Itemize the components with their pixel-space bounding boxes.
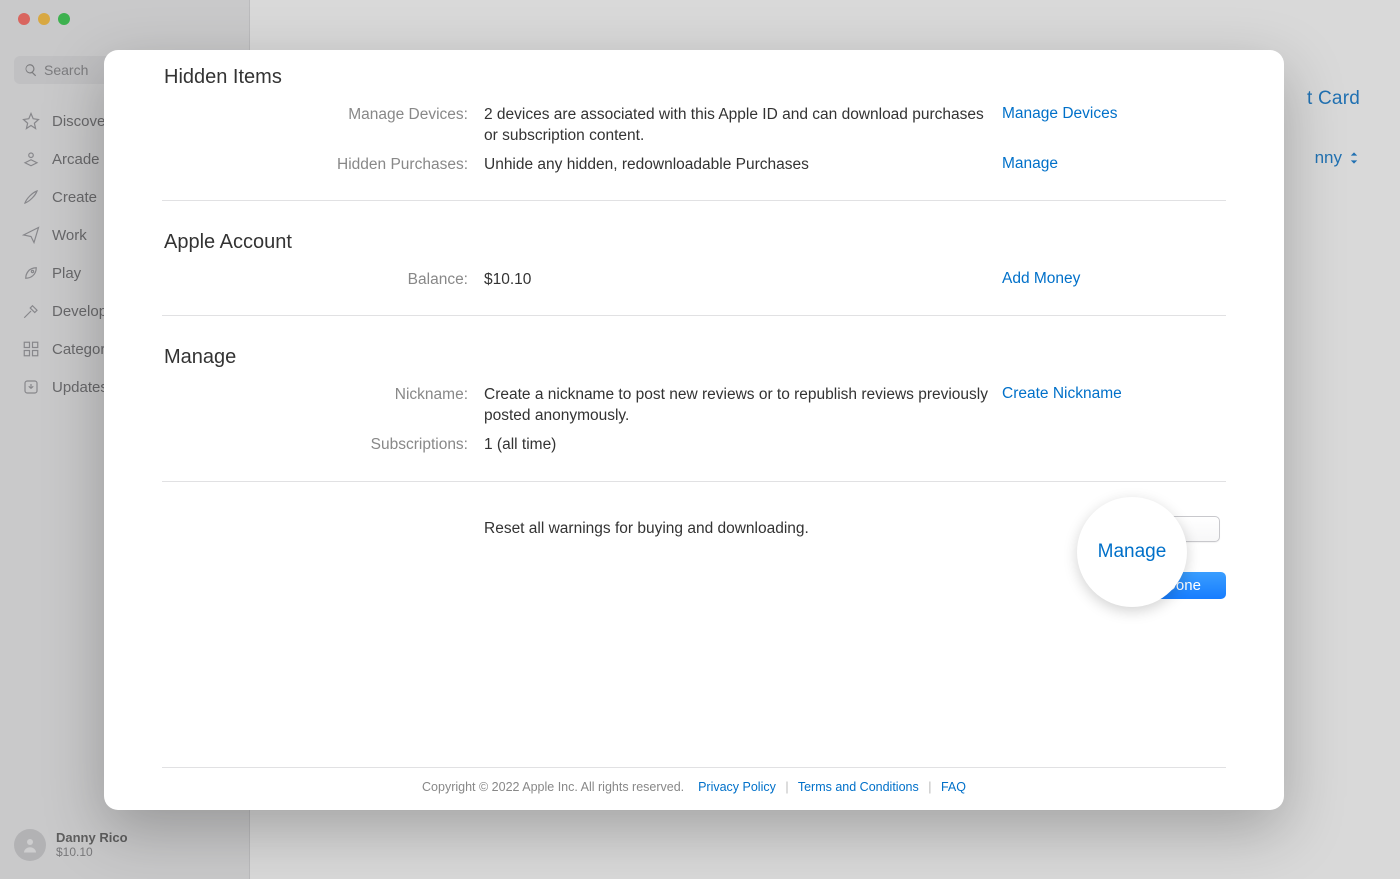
done-row: Done <box>162 572 1226 599</box>
balance-label: Balance: <box>162 270 484 289</box>
balance-value: $10.10 <box>484 270 994 291</box>
nickname-value: Create a nickname to post new reviews or… <box>484 385 994 427</box>
subscriptions-value: 1 (all time) <box>484 435 994 456</box>
account-settings-modal: Hidden Items Manage Devices: 2 devices a… <box>104 50 1284 810</box>
hidden-purchases-row: Hidden Purchases: Unhide any hidden, red… <box>162 155 1226 176</box>
nickname-label: Nickname: <box>162 385 484 404</box>
faq-link[interactable]: FAQ <box>941 780 966 794</box>
section-divider <box>162 481 1226 482</box>
subscriptions-row: Subscriptions: 1 (all time) <box>162 435 1226 456</box>
manage-subscriptions-link[interactable]: Manage <box>1098 541 1167 563</box>
create-nickname-link[interactable]: Create Nickname <box>1002 385 1122 402</box>
section-divider <box>162 200 1226 201</box>
hidden-purchases-label: Hidden Purchases: <box>162 155 484 174</box>
reset-warnings-text: Reset all warnings for buying and downlo… <box>484 519 992 540</box>
hidden-purchases-manage-link[interactable]: Manage <box>1002 155 1058 172</box>
terms-link[interactable]: Terms and Conditions <box>798 780 919 794</box>
manage-title: Manage <box>164 346 1226 369</box>
manage-subscriptions-callout[interactable]: Manage <box>1077 497 1187 607</box>
subscriptions-label: Subscriptions: <box>162 435 484 454</box>
reset-row: Reset all warnings for buying and downlo… <box>162 516 1226 542</box>
manage-devices-link[interactable]: Manage Devices <box>1002 105 1117 122</box>
manage-devices-label: Manage Devices: <box>162 105 484 124</box>
app-window: Search Discover Arcade Create Work Play … <box>0 0 1400 879</box>
section-divider <box>162 315 1226 316</box>
balance-row: Balance: $10.10 Add Money <box>162 270 1226 291</box>
privacy-policy-link[interactable]: Privacy Policy <box>698 780 776 794</box>
modal-footer: Copyright © 2022 Apple Inc. All rights r… <box>162 767 1226 794</box>
apple-account-title: Apple Account <box>164 231 1226 254</box>
hidden-items-title: Hidden Items <box>164 66 1226 89</box>
manage-devices-value: 2 devices are associated with this Apple… <box>484 105 994 147</box>
add-money-link[interactable]: Add Money <box>1002 270 1080 287</box>
manage-devices-row: Manage Devices: 2 devices are associated… <box>162 105 1226 147</box>
nickname-row: Nickname: Create a nickname to post new … <box>162 385 1226 427</box>
copyright-text: Copyright © 2022 Apple Inc. All rights r… <box>422 780 684 794</box>
hidden-purchases-value: Unhide any hidden, redownloadable Purcha… <box>484 155 994 176</box>
